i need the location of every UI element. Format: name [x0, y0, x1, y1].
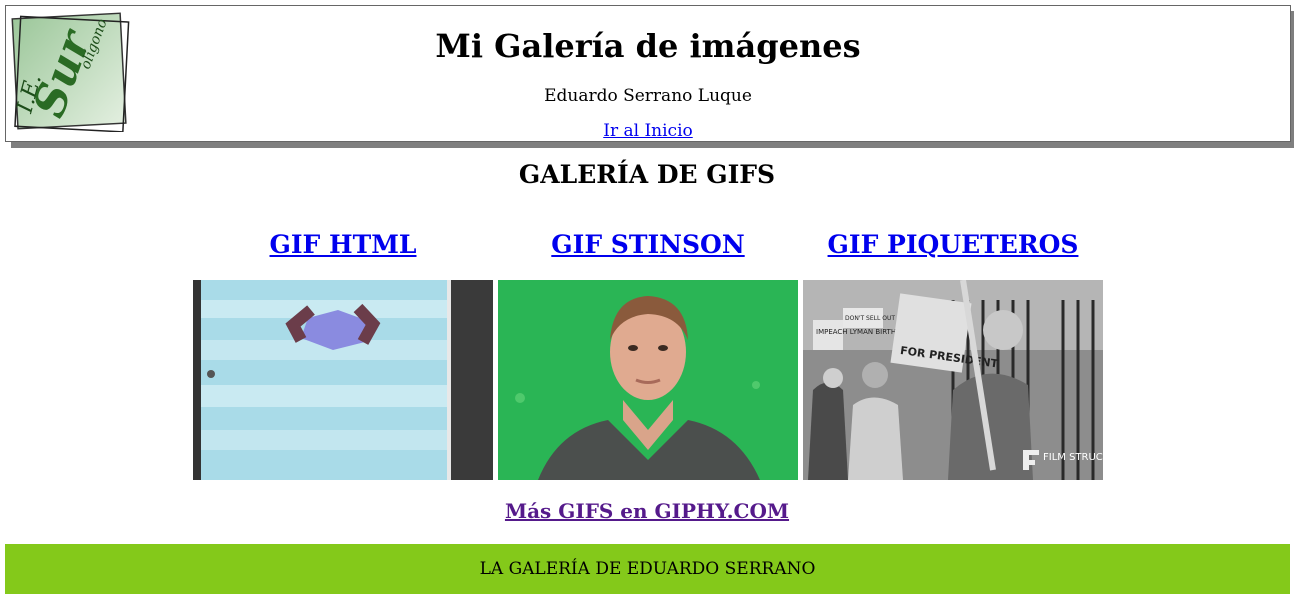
page-title: Mi Galería de imágenes: [435, 27, 861, 65]
gif-piqueteros-image[interactable]: IMPEACH LYMAN BIRTH RIGHT DON'T SELL OUT…: [803, 280, 1103, 480]
author-name: Eduardo Serrano Luque: [544, 86, 752, 106]
gallery-item-stinson: GIF STINSON: [498, 228, 798, 480]
gif-stinson-image[interactable]: [498, 280, 798, 480]
gif-stinson-link[interactable]: GIF STINSON: [498, 228, 798, 280]
gif-piqueteros-link[interactable]: GIF PIQUETEROS: [803, 228, 1103, 280]
gif-gallery: GIF HTML GIF STINSON GIF PIQUETEROS IMPE…: [193, 228, 1103, 480]
gif-html-link[interactable]: GIF HTML: [193, 228, 493, 280]
home-link[interactable]: Ir al Inicio: [603, 121, 693, 141]
page-footer: LA GALERÍA DE EDUARDO SERRANO: [5, 544, 1290, 594]
filmstruck-watermark: FILM STRUCK: [1043, 452, 1103, 463]
sign-dont-sell-out: DON'T SELL OUT: [845, 315, 895, 322]
gallery-item-piqueteros: GIF PIQUETEROS IMPEACH LYMAN BIRTH RIGHT…: [803, 228, 1103, 480]
giphy-more-link[interactable]: Más GIFS en GIPHY.COM: [505, 499, 789, 523]
gallery-item-html: GIF HTML: [193, 228, 493, 480]
gif-html-image[interactable]: [193, 280, 493, 480]
page-header: I.E. Sur olígono Mi Galería de imágenes …: [5, 5, 1291, 142]
section-title: GALERÍA DE GIFS: [518, 160, 776, 189]
footer-text: LA GALERÍA DE EDUARDO SERRANO: [479, 559, 816, 579]
